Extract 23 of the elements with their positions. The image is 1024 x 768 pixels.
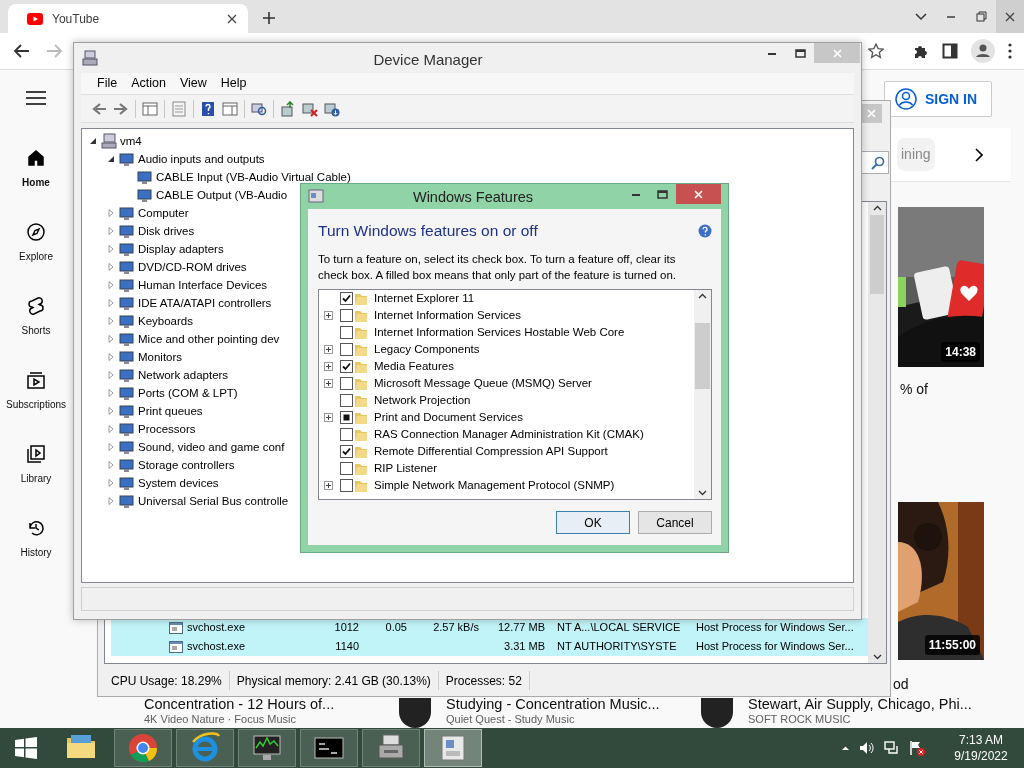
- table-cell-text: svchost.exe: [187, 620, 247, 636]
- window-title: Device Manager: [372, 50, 484, 70]
- table-cell-text: NT AUTHORITY\SYSTE: [556, 639, 678, 655]
- video-duration: 11:55:00: [924, 635, 980, 655]
- table-cell-text: NT A...\LOCAL SERVICE: [556, 620, 682, 636]
- status-text: Physical memory: 2.41 GB (30.13%): [229, 671, 439, 690]
- window-title: Windows Features: [411, 188, 535, 207]
- dialog-heading: Turn Windows features on or off: [318, 221, 538, 241]
- status-text: CPU Usage: 18.29%: [104, 671, 230, 690]
- table-cell-text: 1012: [333, 620, 359, 636]
- table-cell-text: 0.05: [384, 620, 407, 636]
- clock-time: 7:13 AM: [958, 732, 1004, 748]
- video-duration: 14:38: [941, 342, 980, 362]
- status-text: Processes: 52: [438, 671, 530, 690]
- clock-date: 9/19/2022: [953, 748, 1009, 764]
- table-cell-text: 3.31 MB: [503, 639, 545, 655]
- instructions-text: To turn a feature on, select its check box. To turn a feature off, clear its check box. A filled box means that only part of the feature is turned on.: [318, 252, 677, 284]
- table-cell-text: Host Process for Windows Ser...: [695, 639, 855, 655]
- table-cell-text: svchost.exe: [187, 639, 247, 655]
- table-cell-text: 12.77 MB: [496, 620, 545, 636]
- table-cell-text: 1140: [334, 639, 359, 655]
- table-cell-text: Host Process for Windows Ser...: [695, 620, 855, 636]
- table-cell-text: 2.57 kB/s: [432, 620, 479, 636]
